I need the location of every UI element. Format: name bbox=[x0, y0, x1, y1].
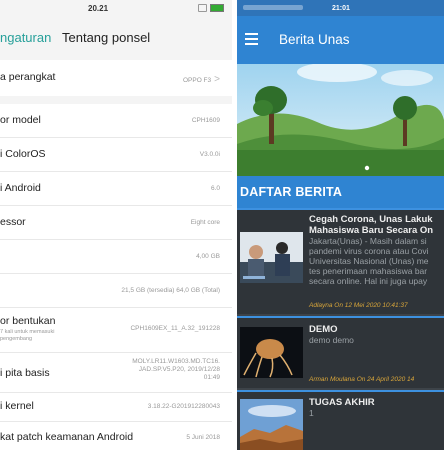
news-snippet: tes penerimaan mahasiswa bar bbox=[309, 266, 428, 276]
row-label: or bentukan bbox=[0, 315, 56, 327]
row-value: OPPO F3 bbox=[182, 77, 212, 84]
row-label: i ColorOS bbox=[0, 148, 46, 160]
news-title: TUGAS AKHIR bbox=[309, 397, 375, 408]
news-title: Cegah Corona, Unas Lakuk bbox=[309, 214, 433, 225]
settings-row-kernel: i kernel 3.18.22-G201912280043 bbox=[0, 393, 232, 421]
news-title: DEMO bbox=[309, 324, 338, 335]
row-value: 4,00 GB bbox=[196, 253, 220, 260]
settings-row-storage: 21,5 GB (tersedia) 64,0 GB (Total) bbox=[0, 274, 232, 307]
row-label: i kernel bbox=[0, 400, 34, 412]
row-value: CPH1609EX_11_A.32_191228 bbox=[130, 325, 220, 332]
row-value: 6.0 bbox=[210, 185, 220, 192]
page-title: Tentang ponsel bbox=[62, 30, 151, 45]
row-value: 3.18.22-G201912280043 bbox=[147, 403, 220, 410]
carousel-dot-active bbox=[364, 165, 370, 171]
row-label: or model bbox=[0, 114, 41, 126]
row-label: a perangkat bbox=[0, 71, 56, 83]
row-hint: 7 kali untuk memasuki bbox=[0, 329, 55, 335]
row-value: JAD.SP.V5.P20, 2019/12/28 bbox=[138, 366, 220, 373]
news-meta: Arman Moulana On 24 April 2020 14 bbox=[309, 376, 415, 383]
status-time: 20.21 bbox=[88, 4, 109, 13]
section-header: DAFTAR BERITA bbox=[237, 176, 444, 208]
sim-icon bbox=[198, 4, 207, 12]
menu-icon[interactable] bbox=[245, 33, 258, 48]
settings-row-baseband: i pita basis MOLY.LR11.W1603.MD.TC16. JA… bbox=[0, 353, 232, 392]
news-meta: Adlayna On 12 Mei 2020 10:41:37 bbox=[309, 302, 408, 309]
news-app-screen: 21:01 Berita Unas DAFTAR BERITA Cegah Co… bbox=[237, 0, 444, 450]
settings-row-coloros: i ColorOS V3.0.0i bbox=[0, 138, 232, 171]
chevron-right-icon: > bbox=[214, 74, 220, 85]
news-text: TUGAS AKHIR 1 bbox=[309, 397, 444, 418]
settings-header: ngaturan Tentang ponsel bbox=[0, 22, 232, 52]
settings-screen: 20.21 ngaturan Tentang ponsel a perangka… bbox=[0, 0, 232, 450]
settings-row-processor: essor Eight core bbox=[0, 206, 232, 239]
row-value: 21,5 GB (tersedia) 64,0 GB (Total) bbox=[121, 287, 220, 294]
news-text: DEMO demo demo bbox=[309, 324, 444, 345]
app-title: Berita Unas bbox=[279, 32, 350, 47]
status-time: 21:01 bbox=[332, 5, 350, 12]
row-value: Eight core bbox=[190, 219, 220, 226]
settings-row-device-name[interactable]: a perangkat OPPO F3 > bbox=[0, 60, 232, 96]
status-icons bbox=[243, 5, 303, 10]
settings-row-ram: 4,00 GB bbox=[0, 240, 232, 273]
back-button[interactable]: ngaturan bbox=[0, 30, 51, 45]
news-snippet: 1 bbox=[309, 408, 314, 418]
news-snippet: secara online. Hal ini juga upay bbox=[309, 276, 428, 286]
row-value: 01:49 bbox=[203, 374, 220, 381]
settings-row-model: or model CPH1609 bbox=[0, 104, 232, 137]
status-bar: 20.21 bbox=[0, 0, 232, 16]
landscape-banner-image bbox=[237, 64, 444, 176]
banner-carousel[interactable] bbox=[237, 64, 444, 176]
row-label: kat patch keamanan Android bbox=[0, 431, 134, 443]
section-title: DAFTAR BERITA bbox=[240, 185, 343, 199]
settings-row-build-number[interactable]: or bentukan 7 kali untuk memasuki pengem… bbox=[0, 308, 232, 352]
news-snippet: Jakarta(Unas) - Masih dalam si bbox=[309, 236, 427, 246]
battery-icon bbox=[210, 4, 224, 12]
row-label: essor bbox=[0, 216, 26, 228]
news-text: Cegah Corona, Unas Lakuk Mahasiswa Baru … bbox=[309, 214, 444, 286]
row-value: V3.0.0i bbox=[199, 151, 220, 158]
row-label: i pita basis bbox=[0, 367, 50, 379]
row-label: i Android bbox=[0, 182, 41, 194]
settings-row-android: i Android 6.0 bbox=[0, 172, 232, 205]
settings-row-security-patch: kat patch keamanan Android 5 Juni 2018 bbox=[0, 422, 232, 450]
news-thumbnail bbox=[240, 327, 303, 378]
news-thumbnail bbox=[240, 232, 303, 283]
app-bar: Berita Unas bbox=[237, 16, 444, 64]
news-snippet: pandemi virus corona atau Covi bbox=[309, 246, 429, 256]
news-thumbnail bbox=[240, 399, 303, 450]
news-item[interactable]: TUGAS AKHIR 1 bbox=[237, 390, 444, 450]
news-snippet: demo demo bbox=[309, 335, 354, 345]
news-item[interactable]: DEMO demo demo Arman Moulana On 24 April… bbox=[237, 316, 444, 388]
row-value: CPH1609 bbox=[191, 117, 220, 124]
row-value: MOLY.LR11.W1603.MD.TC16. bbox=[132, 358, 220, 365]
news-title: Mahasiswa Baru Secara On bbox=[309, 225, 434, 236]
news-snippet: Universitas Nasional (Unas) me bbox=[309, 256, 429, 266]
row-hint: pengembang bbox=[0, 336, 33, 342]
row-value: 5 Juni 2018 bbox=[186, 434, 220, 441]
news-item[interactable]: Cegah Corona, Unas Lakuk Mahasiswa Baru … bbox=[237, 208, 444, 314]
status-bar: 21:01 bbox=[237, 0, 444, 16]
